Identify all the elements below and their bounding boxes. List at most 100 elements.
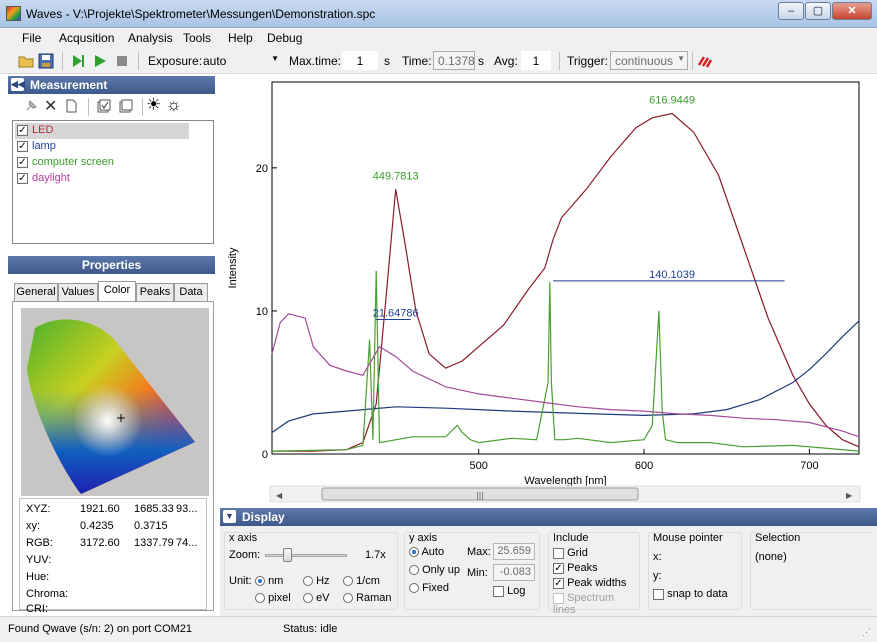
peak-label: 616.9449 xyxy=(649,94,695,106)
radio-icon[interactable] xyxy=(343,576,353,587)
peaks-checkbox[interactable]: ✓ Peaks xyxy=(553,562,598,574)
close-button[interactable]: ✕ xyxy=(832,2,872,20)
measurement-list: ✓ LED ✓ lamp ✓ computer screen ✓ daylight xyxy=(12,120,214,244)
unit-ev-radio[interactable]: eV xyxy=(303,592,330,604)
y-axis-label: Intensity xyxy=(227,247,239,288)
checkbox[interactable]: ✓ xyxy=(17,172,28,184)
checkbox[interactable]: ✓ xyxy=(553,577,564,589)
collapse-icon[interactable]: ▼ xyxy=(223,510,236,523)
disconnect-icon[interactable] xyxy=(697,53,713,69)
new-document-icon[interactable] xyxy=(64,99,78,113)
menu-tools[interactable]: Tools xyxy=(183,31,211,45)
include-group: Include Grid ✓ Peaks ✓ Peak widths Spect… xyxy=(548,532,640,616)
exposure-select[interactable]: auto ▼ xyxy=(198,51,282,70)
exposure-value: auto xyxy=(203,54,227,68)
y-min-label: Min: xyxy=(467,567,488,579)
display-title: Display xyxy=(242,510,285,524)
checkbox[interactable]: ✓ xyxy=(553,562,564,574)
checkbox[interactable] xyxy=(653,588,664,600)
title-bar: Waves - V:\Projekte\Spektrometer\Messung… xyxy=(0,0,877,28)
open-folder-icon[interactable] xyxy=(18,53,34,69)
tab-values[interactable]: Values xyxy=(58,283,98,301)
x-tick-label: 600 xyxy=(635,460,653,472)
radio-icon[interactable] xyxy=(303,593,313,604)
maxtime-input[interactable]: 1 xyxy=(342,51,378,70)
peak-widths-checkbox[interactable]: ✓ Peak widths xyxy=(553,577,626,589)
toolbar: Exposure: auto ▼ Max.time: 1 s Time: 0.1… xyxy=(0,48,877,74)
chart-svg[interactable]: 500 600 700 0 10 20 Wavelength [nm] Intensity 44… xyxy=(220,74,877,508)
scroll-right-icon: ▶ xyxy=(846,491,853,500)
display-header: ▼ Display xyxy=(220,508,877,526)
radio-icon[interactable] xyxy=(343,593,353,604)
pin-icon[interactable] xyxy=(24,99,38,113)
save-icon[interactable] xyxy=(38,53,54,69)
minimize-button[interactable]: – xyxy=(778,2,804,20)
item-label: daylight xyxy=(32,172,70,184)
checkbox[interactable] xyxy=(553,592,564,604)
tab-peaks[interactable]: Peaks xyxy=(136,283,174,301)
play-step-icon[interactable] xyxy=(70,53,86,69)
tab-general[interactable]: General xyxy=(14,283,58,301)
y-max-input[interactable]: 25.659 xyxy=(493,543,535,560)
checkbox[interactable] xyxy=(493,585,504,597)
avg-input[interactable]: 1 xyxy=(521,51,551,70)
checkbox[interactable]: ✓ xyxy=(17,156,28,168)
uncheck-all-icon[interactable] xyxy=(119,99,133,113)
menu-analysis[interactable]: Analysis xyxy=(128,31,173,45)
toolbar-separator xyxy=(142,98,143,116)
list-item[interactable]: ✓ daylight xyxy=(17,172,70,187)
menu-debug[interactable]: Debug xyxy=(267,31,302,45)
unit-nm-radio[interactable]: nm xyxy=(255,575,283,587)
zoom-slider-thumb[interactable] xyxy=(283,548,292,562)
radio-icon[interactable] xyxy=(409,547,419,558)
dark-sun-icon[interactable]: ☀ xyxy=(146,95,161,115)
y-min-input[interactable]: -0.083 xyxy=(493,564,535,581)
unit-pixel-radio[interactable]: pixel xyxy=(255,592,291,604)
tab-data[interactable]: Data xyxy=(174,283,208,301)
maximize-button[interactable]: ▢ xyxy=(805,2,831,20)
radio-icon[interactable] xyxy=(255,576,265,587)
y-fixed-radio[interactable]: Fixed xyxy=(409,582,449,594)
light-sun-icon[interactable]: ☼ xyxy=(166,95,182,115)
plot-frame xyxy=(271,81,860,455)
menu-file[interactable]: File xyxy=(22,31,41,45)
snap-to-data-checkbox[interactable]: snap to data xyxy=(653,588,728,600)
checkbox[interactable]: ✓ xyxy=(17,124,28,136)
radio-icon[interactable] xyxy=(303,576,313,587)
spectrum-lines-checkbox[interactable]: Spectrum lines xyxy=(553,592,639,616)
spectrum-chart[interactable]: 500 600 700 0 10 20 Wavelength [nm] Intensity 44… xyxy=(220,74,877,508)
tab-color[interactable]: Color xyxy=(98,281,136,302)
zoom-slider[interactable] xyxy=(265,554,347,557)
list-item[interactable]: ✓ LED xyxy=(17,124,53,139)
check-all-icon[interactable] xyxy=(97,99,111,113)
delete-icon[interactable]: ✕ xyxy=(44,96,57,116)
trigger-select[interactable]: continuous ▼ xyxy=(610,51,688,70)
radio-icon[interactable] xyxy=(409,565,419,576)
x-axis-group: x axis Zoom: 1.7x Unit: nm Hz 1/cm pixel… xyxy=(224,532,398,610)
list-item[interactable]: ✓ computer screen xyxy=(17,156,114,171)
log-checkbox[interactable]: Log xyxy=(493,585,525,597)
y-auto-radio[interactable]: Auto xyxy=(409,546,444,558)
unit-hz-radio[interactable]: Hz xyxy=(303,575,330,587)
play-icon[interactable] xyxy=(92,53,108,69)
radio-icon[interactable] xyxy=(255,593,265,604)
unit-raman-radio[interactable]: Raman xyxy=(343,592,392,604)
trigger-label: Trigger: xyxy=(567,54,608,68)
list-item[interactable]: ✓ lamp xyxy=(17,140,56,155)
checkbox[interactable] xyxy=(553,547,564,559)
time-label: Time: xyxy=(402,54,432,68)
unit-inv-cm-radio[interactable]: 1/cm xyxy=(343,575,380,587)
y-onlyup-radio[interactable]: Only up xyxy=(409,564,460,576)
menu-help[interactable]: Help xyxy=(228,31,253,45)
resize-grip-icon[interactable]: ⋰ xyxy=(862,627,871,638)
mouse-x-label: x: xyxy=(653,551,662,563)
checkbox[interactable]: ✓ xyxy=(17,140,28,152)
zoom-label: Zoom: xyxy=(229,549,261,561)
avg-label: Avg: xyxy=(494,54,518,68)
exposure-label: Exposure: xyxy=(148,54,203,68)
radio-icon[interactable] xyxy=(409,583,419,594)
menu-acquisition[interactable]: Acqusition xyxy=(59,31,114,45)
stop-icon[interactable] xyxy=(114,53,130,69)
collapse-icon[interactable]: ◀◀ xyxy=(11,78,25,91)
grid-checkbox[interactable]: Grid xyxy=(553,547,588,559)
